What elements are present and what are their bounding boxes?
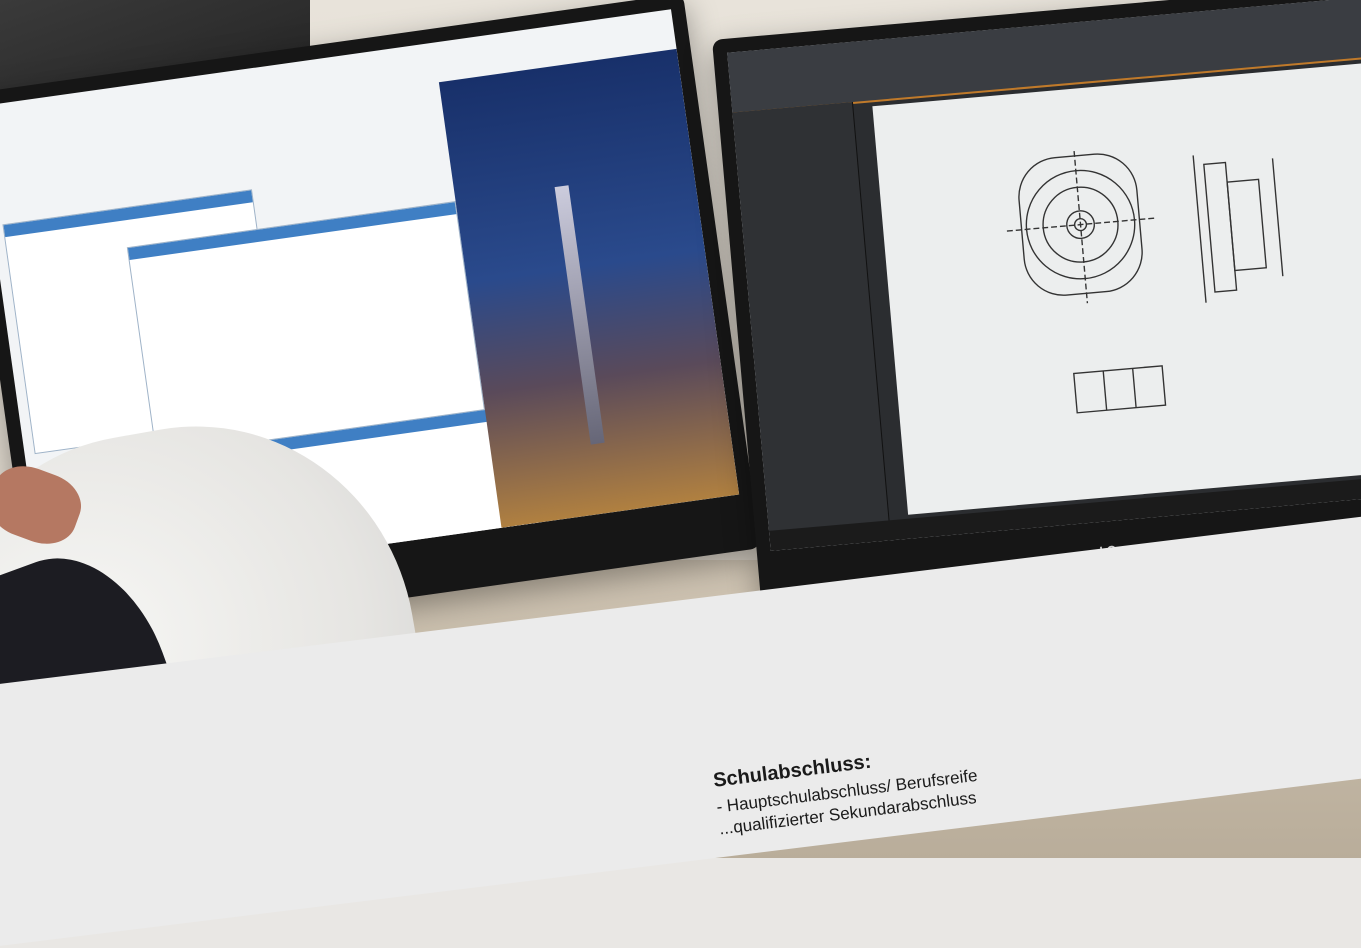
right-monitor: LG [712, 0, 1361, 608]
technical-drawing [1006, 150, 1284, 414]
cad-drawing-sheet [872, 59, 1361, 515]
cad-screen [727, 0, 1361, 551]
